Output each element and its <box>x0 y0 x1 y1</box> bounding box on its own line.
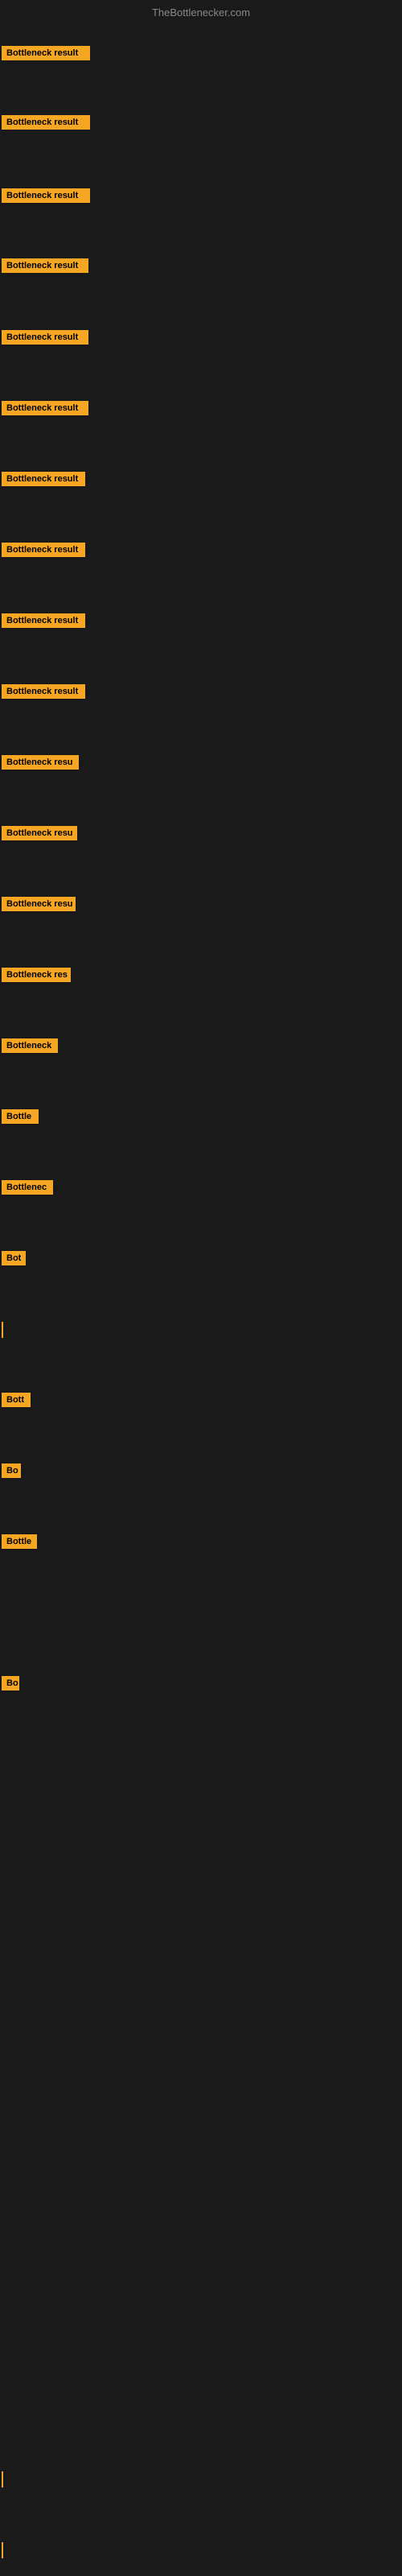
badge-1: Bottleneck result <box>2 46 90 60</box>
badge-13: Bottleneck resu <box>2 897 76 911</box>
badge-3: Bottleneck result <box>2 188 90 203</box>
badge-11: Bottleneck resu <box>2 755 79 770</box>
tick-2 <box>2 2471 3 2487</box>
badge-12: Bottleneck resu <box>2 826 77 840</box>
badge-14: Bottleneck res <box>2 968 71 982</box>
badge-21: Bottle <box>2 1534 37 1549</box>
badge-22: Bo <box>2 1676 19 1690</box>
badge-19: Bott <box>2 1393 31 1407</box>
badge-8: Bottleneck result <box>2 543 85 557</box>
badge-4: Bottleneck result <box>2 258 88 273</box>
badge-7: Bottleneck result <box>2 472 85 486</box>
badge-2: Bottleneck result <box>2 115 90 130</box>
tick-3 <box>2 2542 3 2558</box>
badge-20: Bo <box>2 1463 21 1478</box>
badge-6: Bottleneck result <box>2 401 88 415</box>
badge-15: Bottleneck <box>2 1038 58 1053</box>
site-title: TheBottlenecker.com <box>0 6 402 19</box>
badge-5: Bottleneck result <box>2 330 88 345</box>
badge-18: Bot <box>2 1251 26 1265</box>
tick-1 <box>2 1322 3 1338</box>
badge-17: Bottlenec <box>2 1180 53 1195</box>
badge-16: Bottle <box>2 1109 39 1124</box>
badge-9: Bottleneck result <box>2 613 85 628</box>
badge-10: Bottleneck result <box>2 684 85 699</box>
